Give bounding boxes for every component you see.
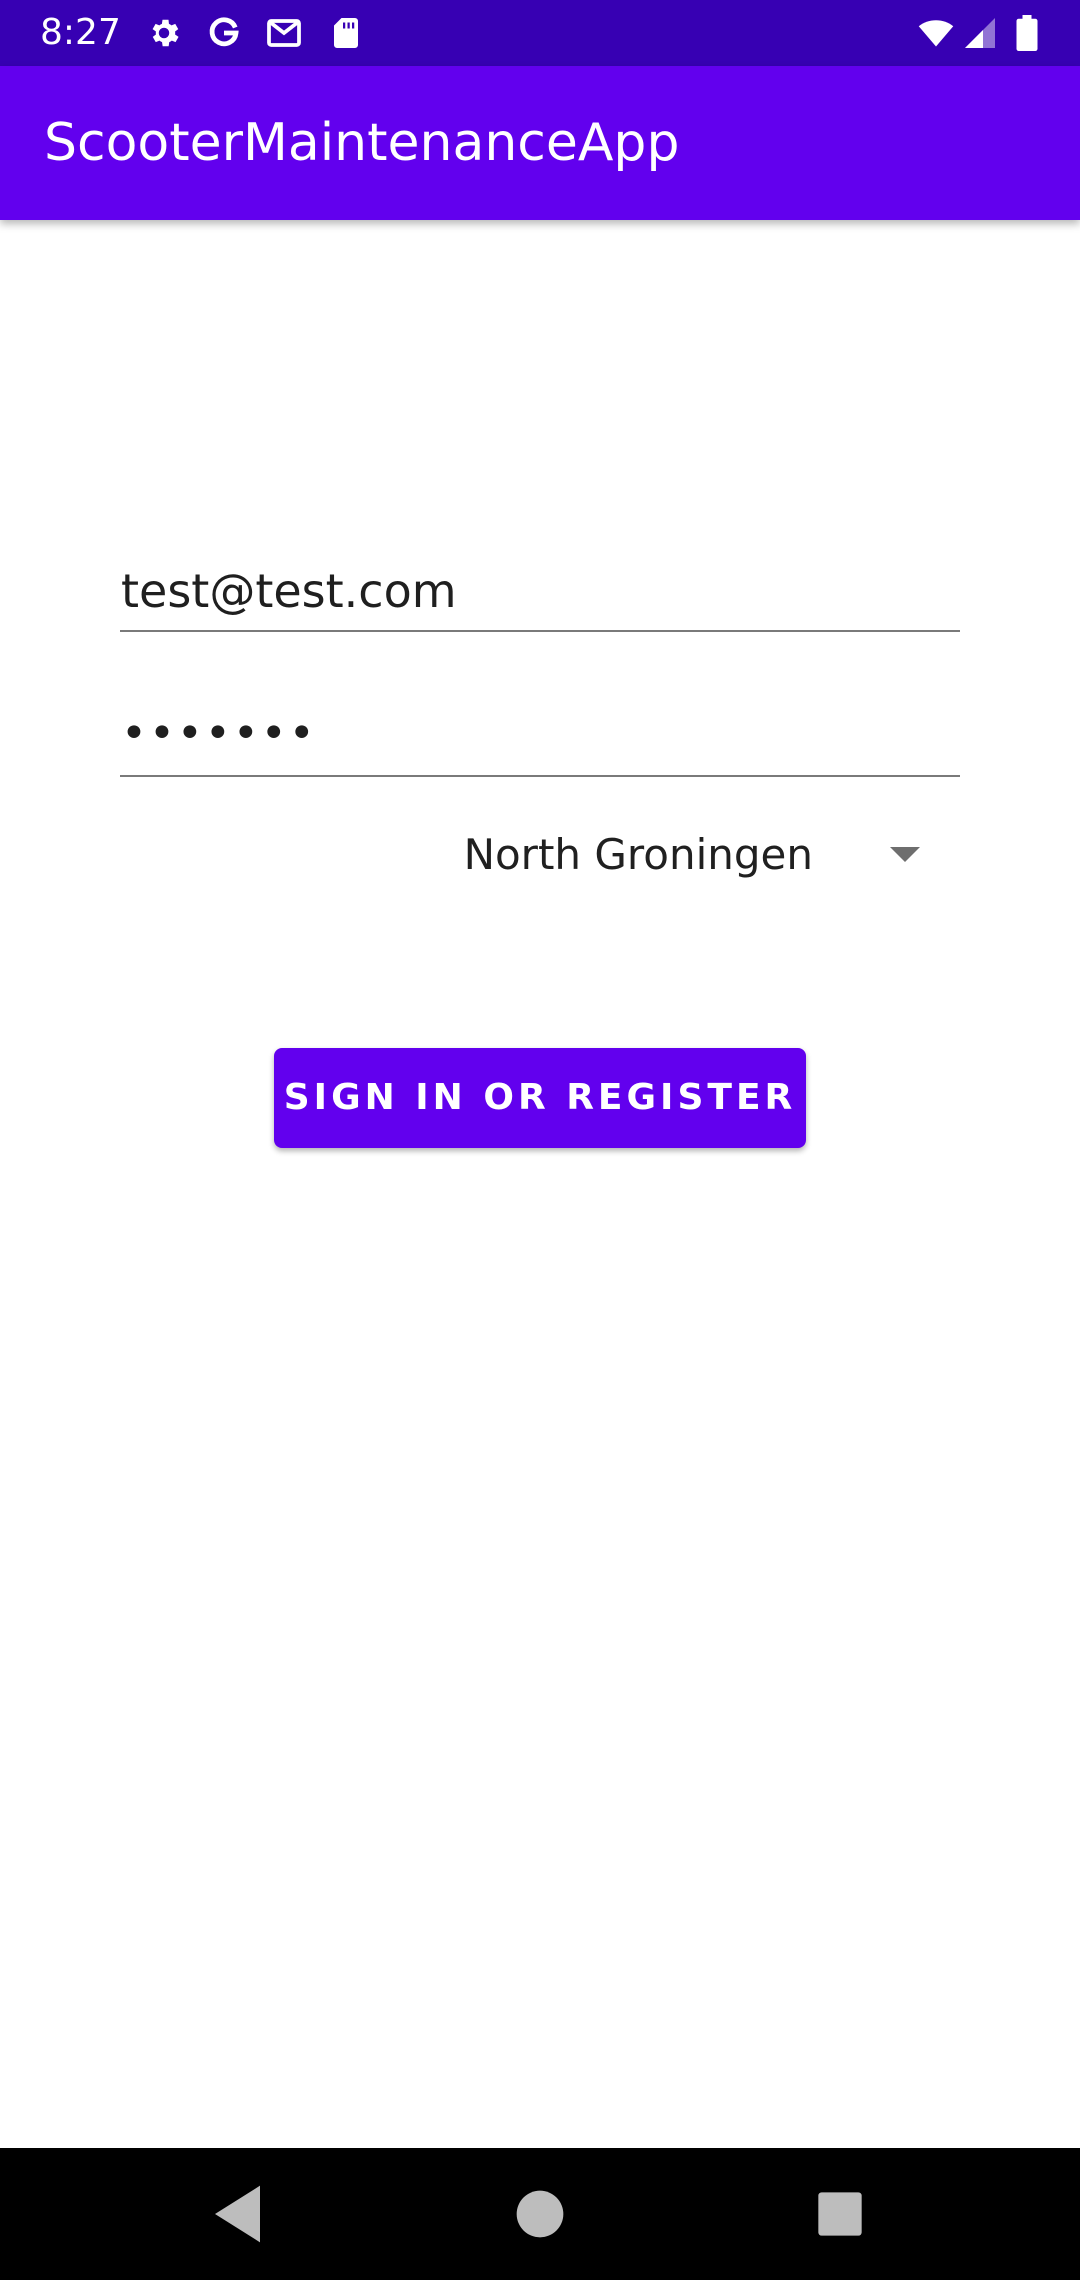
status-bar: 8:27 — [0, 0, 1080, 66]
status-time: 8:27 — [40, 12, 121, 53]
home-icon[interactable] — [500, 2174, 580, 2254]
recents-icon[interactable] — [800, 2174, 880, 2254]
password-value: ••••••• — [121, 708, 317, 759]
google-icon — [209, 17, 239, 47]
region-dropdown[interactable]: North Groningen — [120, 820, 960, 890]
password-field[interactable]: ••••••• — [120, 683, 960, 777]
battery-icon — [1016, 15, 1038, 51]
app-title: ScooterMaintenanceApp — [44, 113, 680, 173]
region-selected: North Groningen — [463, 830, 813, 879]
cell-signal-icon — [965, 18, 995, 48]
dropdown-arrow-icon — [890, 847, 920, 862]
email-field[interactable]: test@test.com — [120, 538, 960, 632]
back-icon[interactable] — [200, 2174, 280, 2254]
email-value: test@test.com — [121, 564, 457, 618]
wifi-icon — [918, 20, 954, 47]
app-bar: ScooterMaintenanceApp — [0, 66, 1080, 220]
gmail-icon — [267, 19, 301, 47]
settings-icon — [152, 19, 179, 47]
navigation-bar — [0, 2148, 1080, 2280]
sd-card-icon — [334, 18, 358, 48]
sign-in-register-button[interactable]: SIGN IN OR REGISTER — [274, 1048, 806, 1148]
